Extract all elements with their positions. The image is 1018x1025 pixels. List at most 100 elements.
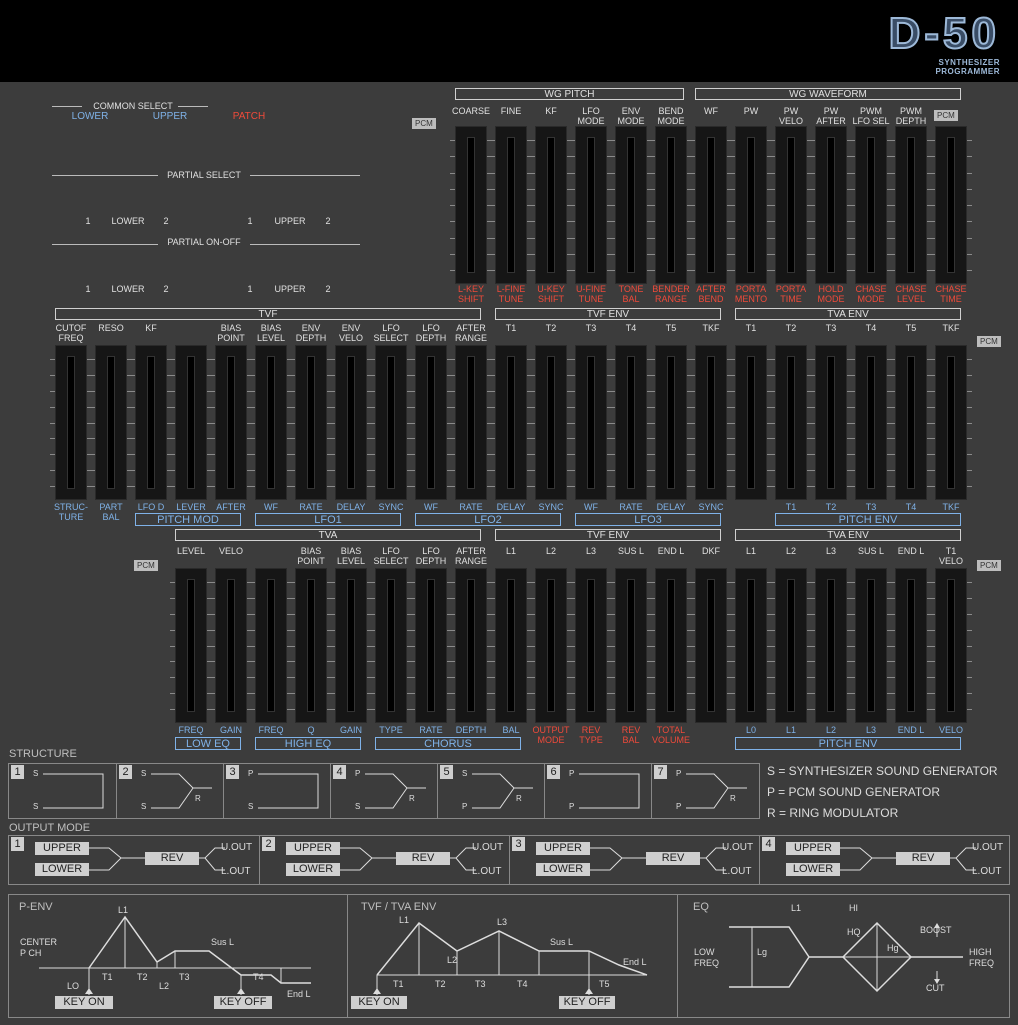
row2-slider-t2[interactable] <box>775 345 807 500</box>
slider-track[interactable] <box>707 579 715 712</box>
row2-slider-lever[interactable] <box>175 345 207 500</box>
row2-slider-kf[interactable] <box>135 345 167 500</box>
slider-track[interactable] <box>947 137 955 273</box>
slider-track[interactable] <box>587 356 595 489</box>
slider-track[interactable] <box>947 356 955 489</box>
row2-slider-t3[interactable] <box>575 345 607 500</box>
row1-slider-wf[interactable] <box>695 126 727 284</box>
row2-slider-t2[interactable] <box>535 345 567 500</box>
row2-slider-lfo-depth[interactable] <box>415 345 447 500</box>
output-mode-option-4[interactable]: 4 UPPER LOWER REV U.OUT L.OUT <box>759 836 1009 884</box>
slider-track[interactable] <box>627 356 635 489</box>
slider-track[interactable] <box>667 356 675 489</box>
slider-track[interactable] <box>107 356 115 489</box>
slider-track[interactable] <box>547 137 555 273</box>
slider-track[interactable] <box>627 579 635 712</box>
row2-slider-after-range[interactable] <box>455 345 487 500</box>
row2-slider-t1[interactable] <box>735 345 767 500</box>
output-mode-option-2[interactable]: 2 UPPER LOWER REV U.OUT L.OUT <box>259 836 509 884</box>
slider-track[interactable] <box>867 137 875 273</box>
row1-slider-pw-velo[interactable] <box>775 126 807 284</box>
slider-track[interactable] <box>827 137 835 273</box>
structure-option-7[interactable]: 7PPR <box>651 764 758 818</box>
slider-track[interactable] <box>387 356 395 489</box>
slider-track[interactable] <box>467 579 475 712</box>
slider-track[interactable] <box>187 579 195 712</box>
row3-slider-freq[interactable] <box>255 568 287 723</box>
row1-slider-pwm-depth[interactable] <box>895 126 927 284</box>
slider-track[interactable] <box>747 579 755 712</box>
slider-track[interactable] <box>387 579 395 712</box>
partial-onoff-upper-2[interactable]: 2 <box>320 284 336 294</box>
row2-slider-lfo-select[interactable] <box>375 345 407 500</box>
row3-slider-lfo-depth[interactable] <box>415 568 447 723</box>
slider-track[interactable] <box>907 356 915 489</box>
row3-slider-l2[interactable] <box>535 568 567 723</box>
slider-track[interactable] <box>547 356 555 489</box>
row2-slider-t4[interactable] <box>615 345 647 500</box>
row3-slider-sus-l[interactable] <box>615 568 647 723</box>
slider-track[interactable] <box>787 579 795 712</box>
slider-track[interactable] <box>507 137 515 273</box>
row2-slider-t5[interactable] <box>895 345 927 500</box>
row3-slider-l2[interactable] <box>775 568 807 723</box>
row1-slider-lfo-mode[interactable] <box>575 126 607 284</box>
structure-option-2[interactable]: 2SSR <box>116 764 223 818</box>
row2-slider-tkf[interactable] <box>695 345 727 500</box>
slider-track[interactable] <box>267 356 275 489</box>
structure-option-6[interactable]: 6PP <box>544 764 651 818</box>
partial-select-upper-2[interactable]: 2 <box>320 216 336 226</box>
slider-track[interactable] <box>507 579 515 712</box>
row1-slider-pw-after[interactable] <box>815 126 847 284</box>
slider-track[interactable] <box>707 356 715 489</box>
slider-track[interactable] <box>467 356 475 489</box>
common-select-patch[interactable]: PATCH <box>219 112 279 122</box>
row2-slider-t4[interactable] <box>855 345 887 500</box>
row1-slider-bend-mode[interactable] <box>655 126 687 284</box>
row3-slider-bias-level[interactable] <box>335 568 367 723</box>
output-mode-option-3[interactable]: 3 UPPER LOWER REV U.OUT L.OUT <box>509 836 759 884</box>
slider-track[interactable] <box>467 137 475 273</box>
output-mode-option-1[interactable]: 1 UPPER LOWER REV U.OUT L.OUT <box>9 836 258 884</box>
structure-option-3[interactable]: 3PS <box>223 764 330 818</box>
slider-track[interactable] <box>267 579 275 712</box>
row3-slider-dkf[interactable] <box>695 568 727 723</box>
partial-onoff-lower-2[interactable]: 2 <box>158 284 174 294</box>
structure-option-1[interactable]: 1SS <box>9 764 115 818</box>
row3-slider-l3[interactable] <box>575 568 607 723</box>
slider-track[interactable] <box>227 356 235 489</box>
slider-track[interactable] <box>427 356 435 489</box>
slider-track[interactable] <box>827 579 835 712</box>
slider-track[interactable] <box>307 579 315 712</box>
row2-slider-reso[interactable] <box>95 345 127 500</box>
row3-slider-sus-l[interactable] <box>855 568 887 723</box>
row3-slider-after-range[interactable] <box>455 568 487 723</box>
slider-track[interactable] <box>747 356 755 489</box>
slider-track[interactable] <box>147 356 155 489</box>
partial-onoff-lower-1[interactable]: 1 <box>80 284 96 294</box>
row1-slider-coarse[interactable] <box>455 126 487 284</box>
row3-slider-end-l[interactable] <box>895 568 927 723</box>
slider-track[interactable] <box>947 579 955 712</box>
row1-slider-pwm-lfo-sel[interactable] <box>855 126 887 284</box>
slider-track[interactable] <box>667 137 675 273</box>
slider-track[interactable] <box>507 356 515 489</box>
slider-track[interactable] <box>587 137 595 273</box>
row3-slider-l3[interactable] <box>815 568 847 723</box>
slider-track[interactable] <box>627 137 635 273</box>
slider-track[interactable] <box>227 579 235 712</box>
row3-slider-level[interactable] <box>175 568 207 723</box>
slider-track[interactable] <box>67 356 75 489</box>
common-select-lower[interactable]: LOWER <box>60 112 120 122</box>
row3-slider-l1[interactable] <box>495 568 527 723</box>
slider-track[interactable] <box>907 579 915 712</box>
row1-slider-kf[interactable] <box>535 126 567 284</box>
slider-track[interactable] <box>587 579 595 712</box>
slider-track[interactable] <box>707 137 715 273</box>
structure-option-4[interactable]: 4PSR <box>330 764 437 818</box>
row1-slider-fine[interactable] <box>495 126 527 284</box>
slider-track[interactable] <box>787 137 795 273</box>
row1-slider-chase-time[interactable] <box>935 126 967 284</box>
slider-track[interactable] <box>347 579 355 712</box>
common-select-upper[interactable]: UPPER <box>140 112 200 122</box>
